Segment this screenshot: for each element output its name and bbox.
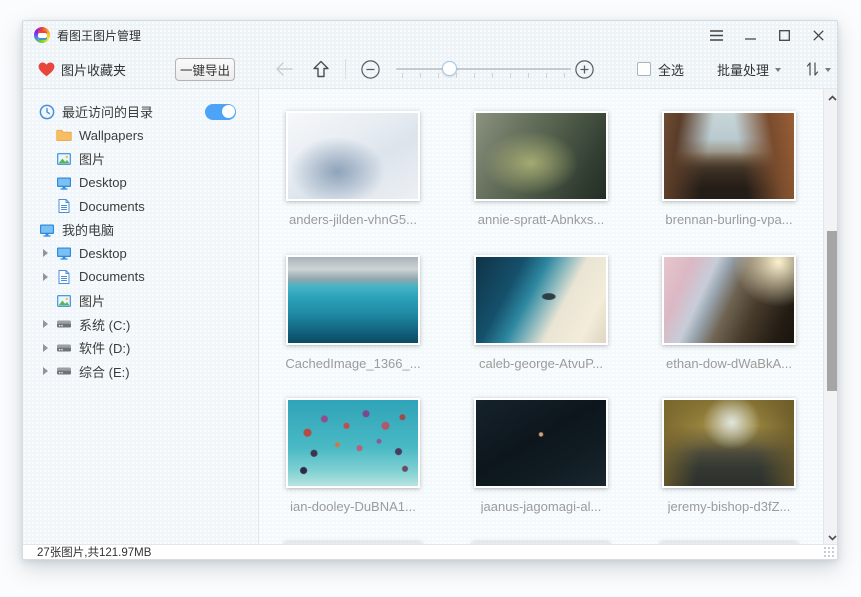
image-thumbnail[interactable] — [286, 111, 420, 201]
title-bar: 看图王图片管理 — [23, 21, 837, 49]
sidebar-item-drive-c[interactable]: 系统 (C:) — [23, 312, 258, 336]
image-filename: annie-spratt-Abnkxs... — [478, 212, 604, 227]
select-all-label: 全选 — [658, 60, 684, 79]
image-item[interactable]: anders-jilden-vhnG5... — [259, 111, 447, 255]
zoom-out-icon[interactable] — [361, 49, 380, 89]
resize-grip[interactable] — [823, 546, 834, 557]
back-icon[interactable] — [275, 49, 294, 89]
image-item[interactable]: CachedImage_1366_... — [259, 255, 447, 399]
drive-icon — [56, 340, 72, 356]
image-item[interactable]: ian-dooley-DuBNA1... — [259, 398, 447, 542]
toolbar: 图片收藏夹 一键导出 全选 批量处理 — [23, 49, 837, 89]
up-folder-icon[interactable] — [311, 49, 331, 89]
image-icon — [56, 151, 72, 167]
image-thumbnail[interactable] — [474, 398, 608, 488]
app-window: 看图王图片管理 图片收藏夹 一键导出 — [22, 20, 838, 560]
document-icon — [56, 269, 72, 285]
image-filename: caleb-george-AtvuP... — [479, 356, 603, 371]
scrollbar-thumb[interactable] — [827, 231, 837, 391]
batch-process-dropdown[interactable]: 批量处理 — [717, 49, 781, 89]
document-icon — [56, 198, 72, 214]
image-thumbnail[interactable] — [286, 255, 420, 345]
content-area: 最近访问的目录 Wallpapers 图片 Desktop Documents — [23, 89, 838, 546]
image-filename: CachedImage_1366_... — [285, 356, 420, 371]
image-filename: jaanus-jagomagi-al... — [481, 499, 602, 514]
sidebar-item-pictures-computer[interactable]: 图片 — [23, 289, 258, 313]
image-thumbnail[interactable] — [474, 111, 608, 201]
sidebar-item-drive-d[interactable]: 软件 (D:) — [23, 336, 258, 360]
select-all-checkbox[interactable] — [637, 62, 651, 76]
sidebar-item-documents-recent[interactable]: Documents — [23, 194, 258, 218]
sidebar-item-documents[interactable]: Documents — [23, 265, 258, 289]
image-filename: jeremy-bishop-d3fZ... — [668, 499, 791, 514]
folder-tree-sidebar: 最近访问的目录 Wallpapers 图片 Desktop Documents — [23, 89, 259, 546]
clock-icon — [39, 104, 55, 120]
batch-process-label: 批量处理 — [717, 60, 769, 79]
recent-folders-toggle[interactable] — [205, 104, 236, 120]
app-title: 看图王图片管理 — [57, 27, 141, 44]
sort-dropdown[interactable] — [806, 49, 831, 89]
sort-icon — [806, 61, 819, 77]
image-filename: brennan-burling-vpa... — [665, 212, 792, 227]
image-thumbnail[interactable] — [662, 255, 796, 345]
export-button[interactable]: 一键导出 — [175, 58, 235, 81]
status-text: 27张图片,共121.97MB — [37, 544, 151, 560]
zoom-in-icon[interactable] — [575, 49, 594, 89]
slider-track[interactable] — [396, 68, 571, 70]
slider-ticks — [402, 73, 566, 78]
expand-arrow-icon[interactable] — [43, 273, 48, 281]
expand-arrow-icon[interactable] — [43, 249, 48, 257]
monitor-icon — [56, 175, 72, 191]
image-thumbnail[interactable] — [662, 111, 796, 201]
chevron-down-icon — [825, 68, 831, 72]
image-thumbnail[interactable] — [474, 255, 608, 345]
minimize-icon[interactable] — [744, 29, 757, 42]
image-item[interactable]: annie-spratt-Abnkxs... — [447, 111, 635, 255]
zoom-slider[interactable] — [396, 49, 571, 89]
sidebar-item-desktop-recent[interactable]: Desktop — [23, 171, 258, 195]
expand-arrow-icon[interactable] — [43, 344, 48, 352]
vertical-scrollbar[interactable] — [823, 89, 838, 546]
slider-handle[interactable] — [442, 61, 457, 76]
select-all-control[interactable]: 全选 — [637, 49, 684, 89]
close-icon[interactable] — [812, 29, 825, 42]
sidebar-item-drive-e[interactable]: 综合 (E:) — [23, 360, 258, 384]
computer-icon — [39, 222, 55, 238]
image-item[interactable]: brennan-burling-vpa... — [635, 111, 823, 255]
image-thumbnail[interactable] — [286, 398, 420, 488]
image-thumbnail[interactable] — [662, 398, 796, 488]
drive-icon — [56, 316, 72, 332]
image-grid: anders-jilden-vhnG5... annie-spratt-Abnk… — [259, 89, 823, 546]
scroll-up-icon[interactable] — [824, 89, 838, 106]
expand-arrow-icon[interactable] — [43, 320, 48, 328]
image-item[interactable]: jaanus-jagomagi-al... — [447, 398, 635, 542]
heart-icon[interactable] — [38, 49, 55, 89]
image-icon — [56, 293, 72, 309]
folder-icon — [56, 127, 72, 143]
expand-arrow-icon[interactable] — [43, 367, 48, 375]
sidebar-item-desktop[interactable]: Desktop — [23, 242, 258, 266]
image-item[interactable]: jeremy-bishop-d3fZ... — [635, 398, 823, 542]
image-item[interactable]: caleb-george-AtvuP... — [447, 255, 635, 399]
maximize-icon[interactable] — [778, 29, 791, 42]
sidebar-item-pictures[interactable]: 图片 — [23, 147, 258, 171]
toolbar-divider — [345, 59, 346, 79]
chevron-down-icon — [775, 68, 781, 72]
app-logo-icon — [34, 27, 50, 43]
drive-icon — [56, 363, 72, 379]
image-filename: ethan-dow-dWaBkA... — [666, 356, 792, 371]
image-filename: ian-dooley-DuBNA1... — [290, 499, 416, 514]
menu-icon[interactable] — [710, 29, 723, 42]
image-item[interactable]: ethan-dow-dWaBkA... — [635, 255, 823, 399]
favorites-label[interactable]: 图片收藏夹 — [61, 49, 126, 89]
image-filename: anders-jilden-vhnG5... — [289, 212, 417, 227]
sidebar-item-recent-folders[interactable]: 最近访问的目录 — [23, 100, 258, 124]
status-bar: 27张图片,共121.97MB — [23, 544, 837, 559]
sidebar-item-my-computer[interactable]: 我的电脑 — [23, 218, 258, 242]
monitor-icon — [56, 245, 72, 261]
sidebar-item-wallpapers[interactable]: Wallpapers — [23, 124, 258, 148]
